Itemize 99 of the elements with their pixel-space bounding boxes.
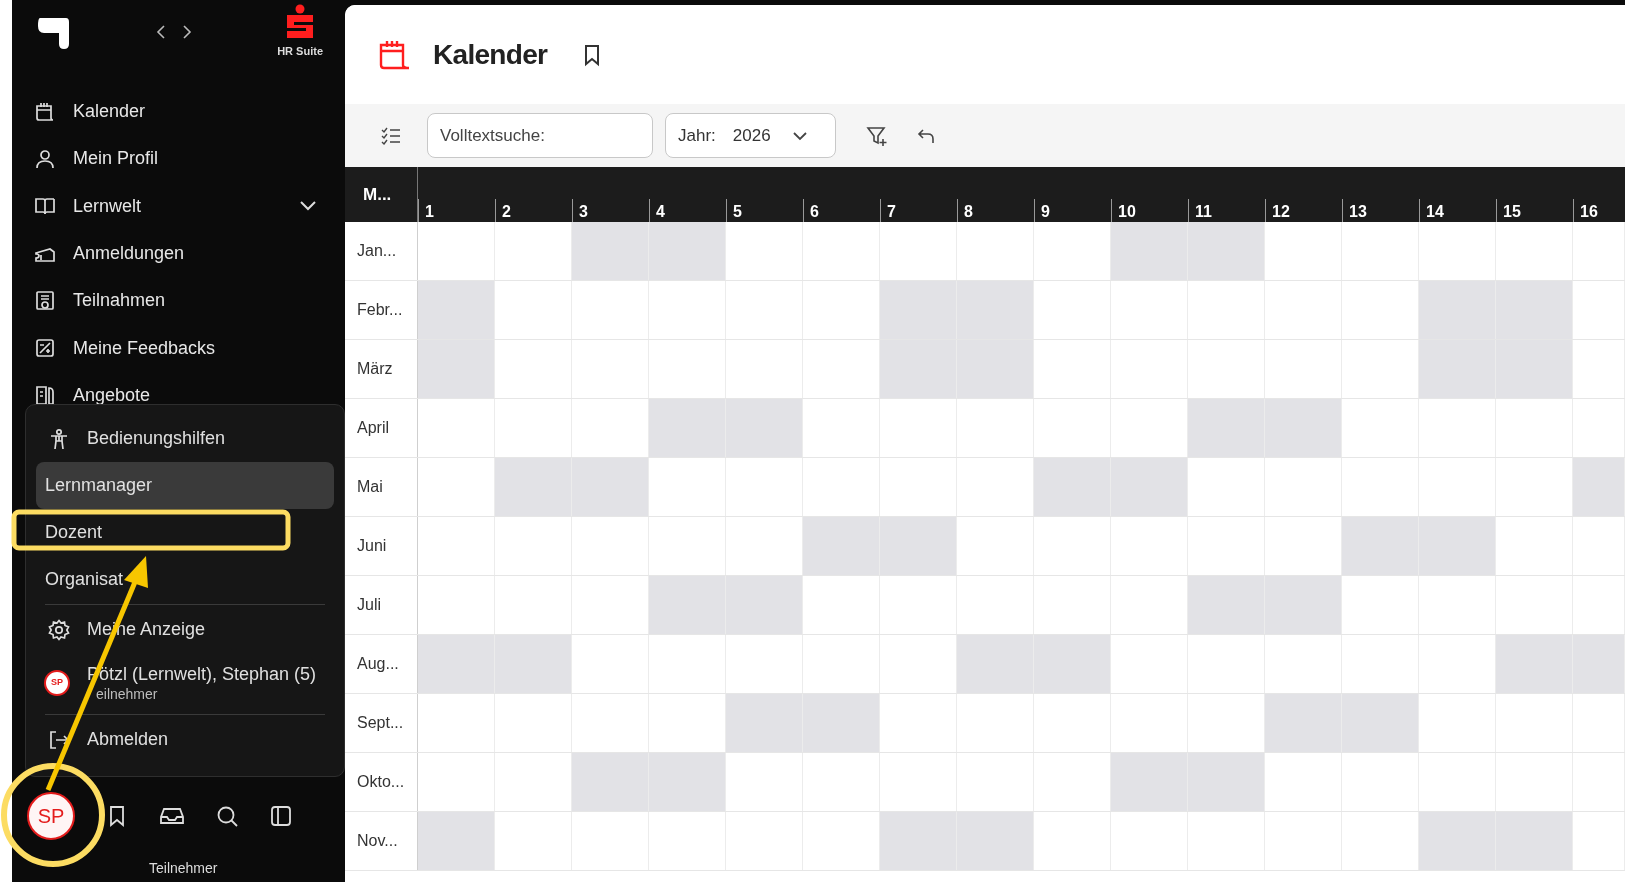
day-cell[interactable] bbox=[880, 812, 957, 870]
user-role: eilnehmer bbox=[95, 685, 159, 703]
day-cell[interactable] bbox=[495, 635, 572, 693]
day-cell[interactable] bbox=[1573, 458, 1625, 516]
day-cell[interactable] bbox=[1188, 753, 1265, 811]
filter-add-icon[interactable] bbox=[866, 124, 888, 147]
nav-item[interactable]: Lernwelt bbox=[34, 182, 317, 230]
page-title: Kalender bbox=[433, 37, 548, 72]
chevron-down-icon bbox=[299, 200, 317, 213]
day-cell[interactable] bbox=[1419, 340, 1496, 398]
day-cell[interactable] bbox=[418, 812, 495, 870]
day-cell[interactable] bbox=[1265, 399, 1342, 457]
chevron-down-icon bbox=[791, 130, 808, 141]
month-label: Mai bbox=[357, 477, 383, 497]
day-cell[interactable] bbox=[1342, 517, 1419, 575]
day-cell[interactable] bbox=[1496, 281, 1573, 339]
day-cell[interactable] bbox=[726, 694, 803, 752]
role-option[interactable]: Dozent bbox=[45, 519, 103, 546]
role-option[interactable]: Organisat bbox=[45, 566, 124, 593]
day-cell[interactable] bbox=[1496, 340, 1573, 398]
month-label: Juni bbox=[357, 536, 387, 556]
day-cell[interactable] bbox=[957, 812, 1034, 870]
day-cell[interactable] bbox=[803, 694, 880, 752]
month-label: Juli bbox=[357, 595, 381, 615]
menu-item[interactable]: Abmelden bbox=[36, 716, 334, 763]
day-cell[interactable] bbox=[495, 458, 572, 516]
feedback-icon bbox=[34, 337, 56, 360]
month-label: März bbox=[357, 359, 393, 379]
forward-icon[interactable] bbox=[180, 24, 193, 40]
column-header: M... bbox=[363, 183, 392, 206]
day-cell[interactable] bbox=[1265, 576, 1342, 634]
month-label: Okto... bbox=[357, 772, 405, 792]
day-cell[interactable] bbox=[1111, 458, 1188, 516]
month-label: Febr... bbox=[357, 300, 403, 320]
day-cell[interactable] bbox=[572, 458, 649, 516]
logo-icon[interactable] bbox=[36, 16, 70, 50]
month-label: Jan... bbox=[357, 241, 397, 261]
user-avatar[interactable]: SP bbox=[27, 792, 75, 840]
day-cell[interactable] bbox=[803, 517, 880, 575]
checklist-icon[interactable] bbox=[381, 126, 401, 145]
day-cell[interactable] bbox=[1111, 222, 1188, 280]
undo-icon[interactable] bbox=[916, 126, 936, 145]
day-cell[interactable] bbox=[649, 222, 726, 280]
nav-item[interactable]: Kalender bbox=[34, 88, 317, 136]
role-option[interactable]: Lernmanager bbox=[36, 462, 334, 509]
logout-icon bbox=[48, 728, 70, 751]
certificate-icon bbox=[34, 289, 56, 312]
day-cell[interactable] bbox=[1496, 812, 1573, 870]
day-cell[interactable] bbox=[1265, 694, 1342, 752]
calendar-icon bbox=[377, 38, 411, 71]
settings-icon bbox=[48, 618, 70, 641]
day-cell[interactable] bbox=[649, 399, 726, 457]
month-label: Nov... bbox=[357, 831, 398, 851]
nav-item[interactable]: Anmeldungen bbox=[34, 229, 317, 278]
day-cell[interactable] bbox=[880, 517, 957, 575]
day-cell[interactable] bbox=[418, 340, 495, 398]
day-cell[interactable] bbox=[572, 222, 649, 280]
day-cell[interactable] bbox=[880, 281, 957, 339]
day-cell[interactable] bbox=[1419, 281, 1496, 339]
day-cell[interactable] bbox=[957, 340, 1034, 398]
search-icon[interactable] bbox=[215, 804, 239, 828]
back-icon[interactable] bbox=[154, 24, 167, 40]
day-cell[interactable] bbox=[1188, 576, 1265, 634]
month-label: Aug... bbox=[357, 654, 399, 674]
nav-item[interactable]: Meine Feedbacks bbox=[34, 324, 317, 372]
nav-item[interactable]: Teilnahmen bbox=[34, 277, 317, 325]
user-avatar: SP bbox=[44, 670, 70, 696]
suite-label: HR Suite bbox=[277, 46, 323, 57]
month-label: Sept... bbox=[357, 713, 404, 733]
role-label: Teilnehmer bbox=[149, 859, 218, 878]
year-select[interactable]: Jahr: 2026 bbox=[665, 113, 836, 158]
person-icon bbox=[34, 147, 56, 170]
day-cell[interactable] bbox=[1034, 635, 1111, 693]
day-cell[interactable] bbox=[726, 576, 803, 634]
day-cell[interactable] bbox=[1496, 635, 1573, 693]
day-cell[interactable] bbox=[1419, 517, 1496, 575]
day-cell[interactable] bbox=[880, 340, 957, 398]
day-cell[interactable] bbox=[1342, 694, 1419, 752]
day-cell[interactable] bbox=[957, 635, 1034, 693]
calendar-icon bbox=[34, 100, 56, 123]
day-cell[interactable] bbox=[1188, 399, 1265, 457]
month-label: April bbox=[357, 418, 389, 438]
day-cell[interactable] bbox=[957, 281, 1034, 339]
day-cell[interactable] bbox=[1188, 222, 1265, 280]
day-cell[interactable] bbox=[726, 399, 803, 457]
search-field[interactable]: Volltextsuche: bbox=[427, 113, 653, 158]
day-cell[interactable] bbox=[418, 281, 495, 339]
accessibility-icon bbox=[48, 427, 70, 450]
day-cell[interactable] bbox=[649, 576, 726, 634]
day-cell[interactable] bbox=[418, 635, 495, 693]
nav-item[interactable]: Mein Profil bbox=[34, 135, 317, 183]
day-cell[interactable] bbox=[1111, 753, 1188, 811]
day-cell[interactable] bbox=[572, 753, 649, 811]
offer-icon bbox=[34, 384, 56, 407]
day-cell[interactable] bbox=[1419, 812, 1496, 870]
sidebar-toggle-icon[interactable] bbox=[269, 804, 293, 828]
day-cell[interactable] bbox=[1034, 458, 1111, 516]
day-cell[interactable] bbox=[649, 753, 726, 811]
day-cell[interactable] bbox=[1573, 635, 1625, 693]
